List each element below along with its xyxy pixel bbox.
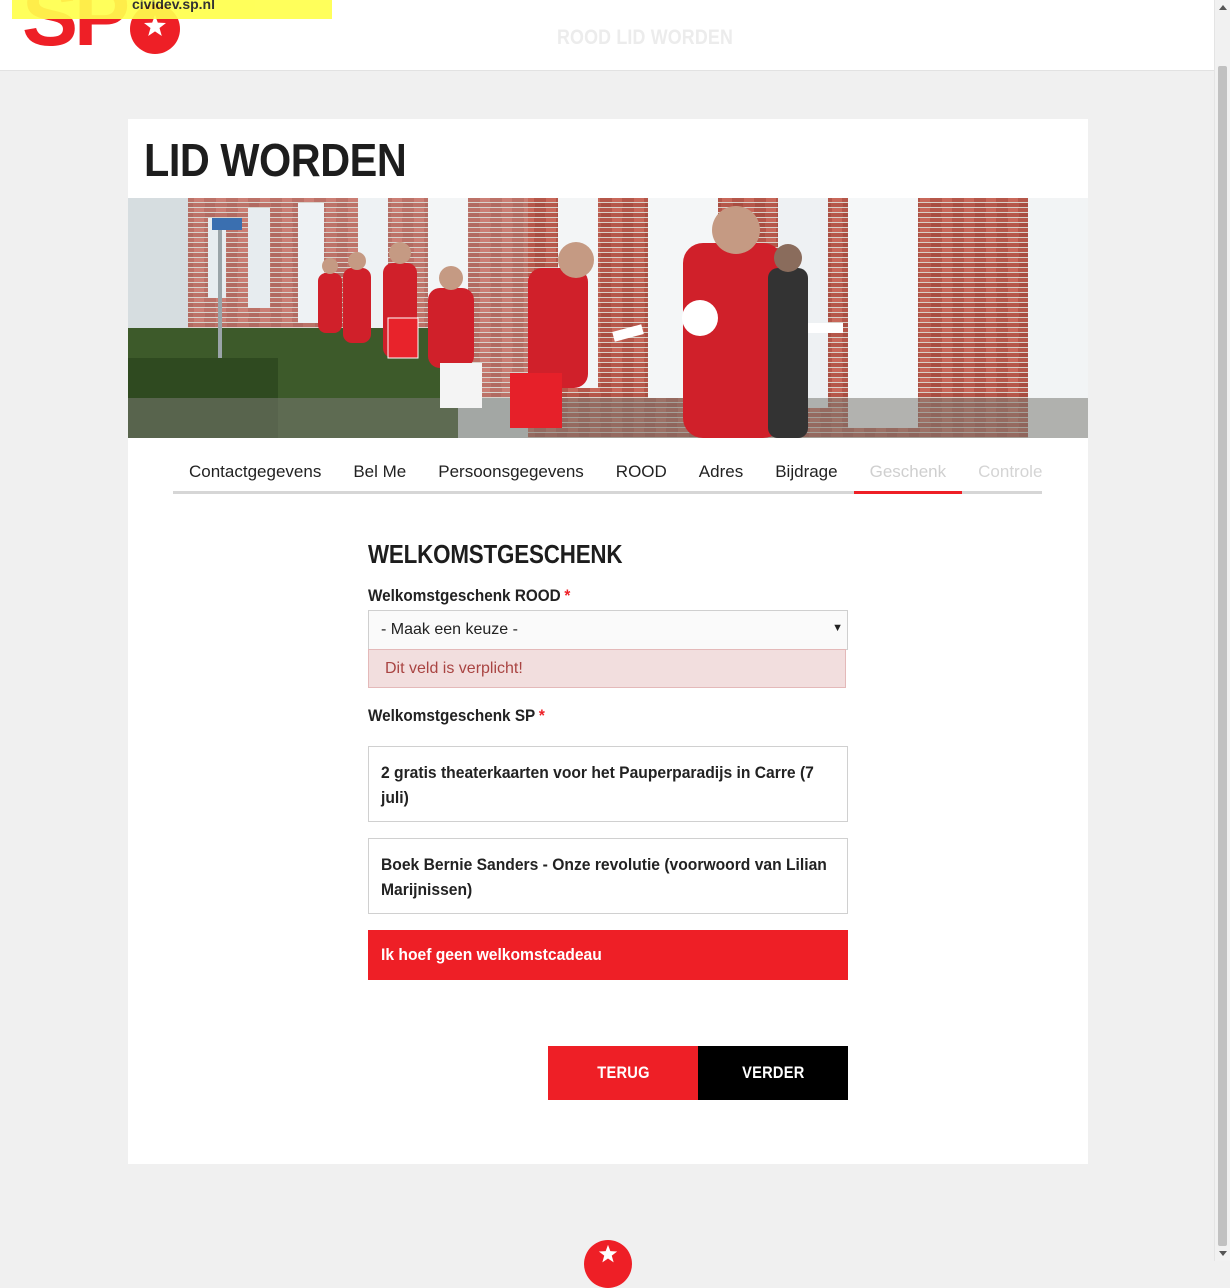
tab-bijdrage[interactable]: Bijdrage	[759, 453, 853, 491]
next-button-label: VERDER	[741, 1063, 805, 1082]
tab-contactgegevens[interactable]: Contactgegevens	[173, 453, 337, 491]
chevron-down-icon: ▼	[832, 622, 843, 634]
required-mark: *	[538, 706, 545, 725]
site-header: SP cividev.sp.nl ROOD LID WORDEN	[0, 0, 1214, 71]
required-mark: *	[564, 586, 571, 605]
step-tabs: Contactgegevens Bel Me Persoonsgegevens …	[173, 453, 1042, 494]
sp-gift-option-book[interactable]: Boek Bernie Sanders - Onze revolutie (vo…	[368, 838, 848, 914]
scroll-up-icon[interactable]	[1219, 5, 1227, 10]
header-title: ROOD LID WORDEN	[556, 26, 734, 49]
back-button[interactable]: TERUG	[548, 1046, 698, 1100]
back-button-label: TERUG	[596, 1063, 650, 1082]
tab-rood[interactable]: ROOD	[600, 453, 683, 491]
next-button[interactable]: VERDER	[698, 1046, 848, 1100]
section-heading: WELKOMSTGESCHENK	[368, 539, 623, 569]
tab-bel-me[interactable]: Bel Me	[337, 453, 422, 491]
rood-gift-error: Dit veld is verplicht!	[368, 649, 846, 688]
sp-gift-label-text: Welkomstgeschenk SP	[368, 706, 536, 725]
tab-persoonsgegevens[interactable]: Persoonsgegevens	[422, 453, 600, 491]
environment-label: cividev.sp.nl	[132, 0, 215, 12]
tab-geschenk[interactable]: Geschenk	[853, 453, 963, 494]
vertical-scrollbar[interactable]	[1214, 0, 1230, 1261]
rood-gift-label-text: Welkomstgeschenk ROOD	[368, 586, 561, 605]
option-label: 2 gratis theaterkaarten voor het Pauperp…	[381, 763, 814, 807]
rood-gift-label: Welkomstgeschenk ROOD *	[368, 586, 570, 606]
tab-controle: Controle	[978, 462, 1043, 481]
option-label: Ik hoef geen welkomstcadeau	[381, 945, 602, 964]
sp-gift-label: Welkomstgeschenk SP *	[368, 706, 545, 726]
form-card: LID WORDEN Contactgegevens Bel Me Persoo…	[128, 119, 1088, 1164]
page-title: LID WORDEN	[144, 134, 407, 186]
environment-badge: cividev.sp.nl	[12, 0, 332, 19]
option-label: Boek Bernie Sanders - Onze revolutie (vo…	[381, 855, 827, 899]
sp-gift-option-theater[interactable]: 2 gratis theaterkaarten voor het Pauperp…	[368, 746, 848, 822]
footer-tomato-icon	[584, 1240, 632, 1288]
hero-image	[128, 198, 1088, 438]
scrollbar-thumb[interactable]	[1218, 66, 1227, 1246]
tab-adres[interactable]: Adres	[683, 453, 759, 491]
rood-gift-select-value: - Maak een keuze -	[381, 621, 518, 638]
sp-gift-option-none[interactable]: Ik hoef geen welkomstcadeau	[368, 930, 848, 980]
error-message: Dit veld is verplicht!	[385, 660, 523, 677]
gift-form: WELKOMSTGESCHENK Welkomstgeschenk ROOD * …	[368, 539, 848, 980]
rood-gift-select[interactable]: - Maak een keuze - ▼	[368, 610, 848, 650]
scroll-down-icon[interactable]	[1219, 1251, 1227, 1256]
